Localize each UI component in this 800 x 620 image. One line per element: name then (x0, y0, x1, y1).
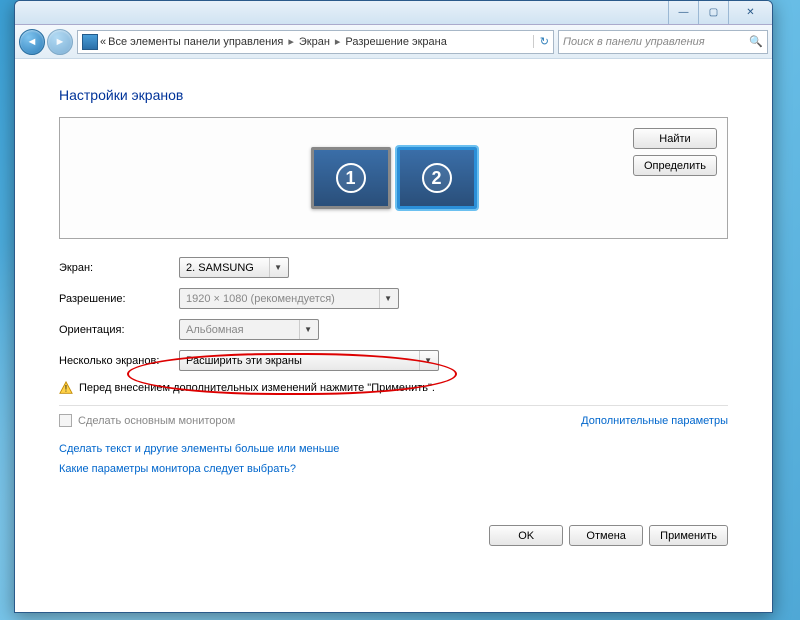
maximize-button[interactable]: ▢ (698, 1, 728, 24)
page-title: Настройки экранов (59, 87, 728, 103)
cancel-button[interactable]: Отмена (569, 525, 643, 546)
identify-button[interactable]: Определить (633, 155, 717, 176)
back-button[interactable]: ◄ (19, 29, 45, 55)
screen-dropdown[interactable]: 2. SAMSUNG ▼ (179, 257, 289, 278)
primary-monitor-label: Сделать основным монитором (78, 415, 235, 427)
chevron-right-icon: ▸ (285, 35, 297, 48)
display-arrangement[interactable]: 1 2 Найти Определить (59, 117, 728, 239)
resolution-label: Разрешение: (59, 293, 179, 305)
svg-text:!: ! (65, 384, 67, 394)
breadcrumb-back-chevron: « (100, 36, 106, 48)
breadcrumb-item[interactable]: Экран (299, 36, 330, 48)
primary-monitor-checkbox[interactable] (59, 414, 72, 427)
close-button[interactable]: ✕ (728, 1, 772, 24)
chevron-right-icon: ▸ (332, 35, 344, 48)
dropdown-value: 1920 × 1080 (рекомендуется) (186, 293, 335, 305)
breadcrumb-item[interactable]: Все элементы панели управления (108, 36, 283, 48)
advanced-settings-link[interactable]: Дополнительные параметры (581, 415, 728, 427)
search-icon: 🔍 (749, 35, 763, 48)
ok-button[interactable]: OK (489, 525, 563, 546)
dialog-buttons: OK Отмена Применить (489, 525, 728, 546)
dropdown-value: 2. SAMSUNG (186, 262, 254, 274)
orientation-dropdown[interactable]: Альбомная ▼ (179, 319, 319, 340)
apply-button[interactable]: Применить (649, 525, 728, 546)
breadcrumb-item[interactable]: Разрешение экрана (345, 36, 446, 48)
monitor-params-link[interactable]: Какие параметры монитора следует выбрать… (59, 463, 728, 475)
settings-form: Экран: 2. SAMSUNG ▼ Разрешение: 1920 × 1… (59, 257, 728, 475)
dropdown-value: Расширить эти экраны (186, 355, 302, 367)
control-panel-icon (82, 34, 98, 50)
text-size-link[interactable]: Сделать текст и другие элементы больше и… (59, 443, 728, 455)
chevron-down-icon: ▼ (379, 289, 394, 308)
arrow-right-icon: ► (55, 36, 66, 48)
forward-button[interactable]: ► (47, 29, 73, 55)
dropdown-value: Альбомная (186, 324, 244, 336)
titlebar: — ▢ ✕ (15, 1, 772, 25)
warning-text: Перед внесением дополнительных изменений… (79, 382, 435, 394)
monitor-1[interactable]: 1 (311, 147, 391, 209)
find-button[interactable]: Найти (633, 128, 717, 149)
warning-row: ! Перед внесением дополнительных изменен… (59, 381, 728, 395)
refresh-icon[interactable]: ↻ (533, 35, 549, 48)
chevron-down-icon: ▼ (419, 351, 434, 370)
orientation-label: Ориентация: (59, 324, 179, 336)
arrow-left-icon: ◄ (27, 36, 38, 48)
breadcrumb[interactable]: « Все элементы панели управления ▸ Экран… (77, 30, 554, 54)
search-input[interactable]: Поиск в панели управления 🔍 (558, 30, 768, 54)
multiple-displays-dropdown[interactable]: Расширить эти экраны ▼ (179, 350, 439, 371)
multiple-displays-label: Несколько экранов: (59, 355, 179, 367)
display-settings-window: — ▢ ✕ ◄ ► « Все элементы панели управлен… (14, 0, 773, 613)
search-placeholder: Поиск в панели управления (563, 36, 705, 48)
chevron-down-icon: ▼ (299, 320, 314, 339)
content-area: Настройки экранов 1 2 Найти Определить Э… (15, 59, 772, 612)
warning-icon: ! (59, 381, 73, 395)
navbar: ◄ ► « Все элементы панели управления ▸ Э… (15, 25, 772, 59)
minimize-button[interactable]: — (668, 1, 698, 24)
monitor-number: 2 (422, 163, 452, 193)
chevron-down-icon: ▼ (269, 258, 284, 277)
screen-label: Экран: (59, 262, 179, 274)
resolution-dropdown[interactable]: 1920 × 1080 (рекомендуется) ▼ (179, 288, 399, 309)
monitor-2[interactable]: 2 (397, 147, 477, 209)
monitor-number: 1 (336, 163, 366, 193)
